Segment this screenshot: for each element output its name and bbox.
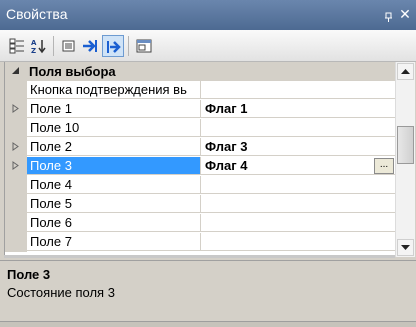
- scroll-up-button[interactable]: [397, 63, 414, 80]
- splitter[interactable]: [4, 255, 395, 258]
- property-name[interactable]: Поле 5: [27, 195, 201, 213]
- description-text: Состояние поля 3: [7, 285, 115, 300]
- category-label: Поля выбора: [29, 64, 116, 79]
- row-gutter: [5, 100, 27, 119]
- property-name[interactable]: Поле 1: [27, 100, 201, 118]
- events-active-icon[interactable]: [102, 35, 124, 57]
- close-icon[interactable]: ✕: [398, 5, 412, 23]
- property-name[interactable]: Поле 6: [27, 214, 201, 232]
- alphabetical-icon[interactable]: AZ: [28, 35, 50, 57]
- property-name[interactable]: Поле 10: [27, 119, 201, 137]
- property-row[interactable]: Поле 4: [5, 176, 396, 195]
- property-value[interactable]: [201, 195, 396, 213]
- property-value[interactable]: [201, 233, 396, 251]
- categorized-icon[interactable]: [6, 35, 28, 57]
- property-value[interactable]: [201, 214, 396, 232]
- property-row[interactable]: Поле 1 Флаг 1: [5, 100, 396, 119]
- row-gutter: [5, 233, 27, 252]
- toolbar-separator: [128, 36, 129, 56]
- expand-icon[interactable]: [11, 104, 20, 113]
- svg-text:A: A: [31, 39, 37, 47]
- row-gutter: [5, 81, 27, 100]
- property-row[interactable]: Поле 5: [5, 195, 396, 214]
- description-title: Поле 3: [7, 267, 51, 282]
- property-name[interactable]: Поле 2: [27, 138, 201, 156]
- property-grid: Поля выбора Кнопка подтверждения вь Поле …: [4, 62, 396, 255]
- svg-text:Z: Z: [31, 47, 36, 54]
- property-value-text: Флаг 1: [205, 101, 248, 116]
- property-row[interactable]: Поле 10: [5, 119, 396, 138]
- toolbar: AZ: [0, 30, 416, 62]
- property-value-text: Флаг 4: [205, 158, 248, 173]
- property-value[interactable]: [201, 119, 396, 137]
- row-gutter: [5, 157, 27, 176]
- property-value[interactable]: [201, 81, 396, 99]
- property-row[interactable]: Поле 3 Флаг 4...: [5, 157, 396, 176]
- pin-icon[interactable]: [384, 10, 394, 22]
- property-row[interactable]: Кнопка подтверждения вь: [5, 81, 396, 100]
- row-gutter: [5, 214, 27, 233]
- expand-icon[interactable]: [11, 142, 20, 151]
- property-row[interactable]: Поле 6: [5, 214, 396, 233]
- row-gutter: [5, 176, 27, 195]
- property-name[interactable]: Поле 3: [27, 157, 201, 175]
- vertical-scrollbar[interactable]: [395, 62, 415, 257]
- property-pages-icon[interactable]: [133, 35, 155, 57]
- bottom-edge: [0, 321, 416, 327]
- properties-icon[interactable]: [57, 35, 79, 57]
- row-gutter: [5, 195, 27, 214]
- property-name[interactable]: Кнопка подтверждения вь: [27, 81, 201, 99]
- scroll-thumb[interactable]: [397, 126, 414, 164]
- window-title: Свойства: [6, 6, 68, 22]
- collapse-icon[interactable]: [11, 66, 20, 75]
- property-row[interactable]: Поле 7: [5, 233, 396, 252]
- scroll-down-button[interactable]: [397, 239, 414, 256]
- toolbar-separator: [53, 36, 54, 56]
- events-icon[interactable]: [79, 35, 101, 57]
- property-name[interactable]: Поле 4: [27, 176, 201, 194]
- row-gutter: [5, 119, 27, 138]
- property-row[interactable]: Поле 2 Флаг 3: [5, 138, 396, 157]
- category-row[interactable]: Поля выбора: [5, 62, 396, 81]
- ellipsis-button[interactable]: ...: [374, 158, 394, 174]
- property-value-text: Флаг 3: [205, 139, 248, 154]
- property-value[interactable]: Флаг 1: [201, 100, 396, 118]
- row-gutter: [5, 62, 27, 81]
- expand-icon[interactable]: [11, 161, 20, 170]
- property-name[interactable]: Поле 7: [27, 233, 201, 251]
- window-titlebar: Свойства ✕: [0, 0, 416, 30]
- description-panel: Поле 3 Состояние поля 3: [0, 260, 416, 321]
- row-gutter: [5, 138, 27, 157]
- property-value[interactable]: Флаг 3: [201, 138, 396, 156]
- property-value[interactable]: [201, 176, 396, 194]
- property-value[interactable]: Флаг 4...: [201, 157, 396, 175]
